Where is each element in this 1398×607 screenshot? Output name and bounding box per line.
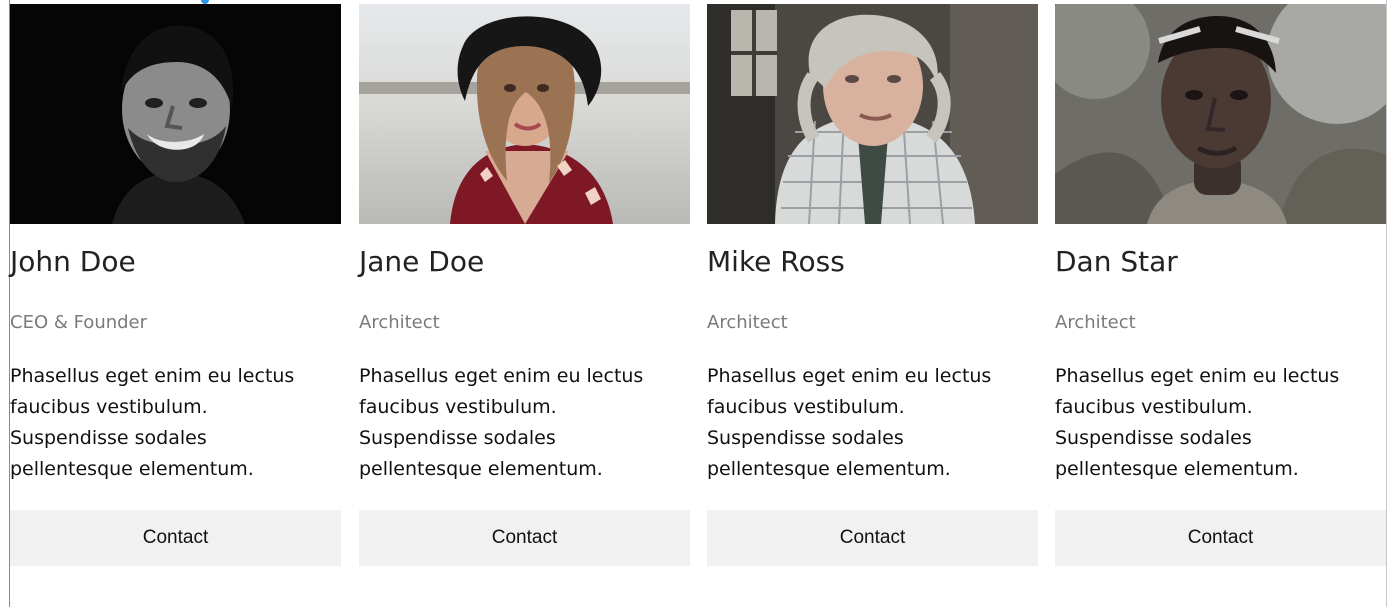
member-bio: Phasellus eget enim eu lectus faucibus v… bbox=[10, 365, 295, 480]
member-role: Architect bbox=[707, 312, 788, 333]
member-name: John Doe bbox=[10, 245, 136, 278]
contact-button-john[interactable]: Contact bbox=[10, 510, 341, 566]
team-card-john: John Doe CEO & Founder Phasellus eget en… bbox=[10, 0, 341, 567]
right-divider bbox=[1386, 0, 1387, 607]
contact-button-dan[interactable]: Contact bbox=[1055, 510, 1386, 566]
profile-photo-dan bbox=[1055, 4, 1386, 224]
member-role: Architect bbox=[1055, 312, 1136, 333]
member-bio: Phasellus eget enim eu lectus faucibus v… bbox=[1055, 365, 1340, 480]
portrait-image-dan bbox=[1055, 4, 1386, 224]
member-name: Jane Doe bbox=[359, 245, 485, 278]
member-role: Architect bbox=[359, 312, 440, 333]
contact-button-mike[interactable]: Contact bbox=[707, 510, 1038, 566]
portrait-image-john bbox=[10, 4, 341, 224]
profile-photo-john bbox=[10, 4, 341, 224]
member-role: CEO & Founder bbox=[10, 312, 148, 333]
profile-photo-jane bbox=[359, 4, 690, 224]
portrait-image-mike bbox=[707, 4, 1038, 224]
team-card-jane: Jane Doe Architect Phasellus eget enim e… bbox=[359, 0, 690, 567]
member-bio: Phasellus eget enim eu lectus faucibus v… bbox=[707, 365, 992, 480]
member-bio: Phasellus eget enim eu lectus faucibus v… bbox=[359, 365, 644, 480]
team-page: John Doe CEO & Founder Phasellus eget en… bbox=[0, 0, 1398, 607]
profile-photo-mike bbox=[707, 4, 1038, 224]
portrait-image-jane bbox=[359, 4, 690, 224]
contact-button-jane[interactable]: Contact bbox=[359, 510, 690, 566]
member-name: Mike Ross bbox=[707, 245, 845, 278]
team-card-mike: Mike Ross Architect Phasellus eget enim … bbox=[707, 0, 1038, 567]
member-name: Dan Star bbox=[1055, 245, 1178, 278]
team-card-dan: Dan Star Architect Phasellus eget enim e… bbox=[1055, 0, 1386, 567]
